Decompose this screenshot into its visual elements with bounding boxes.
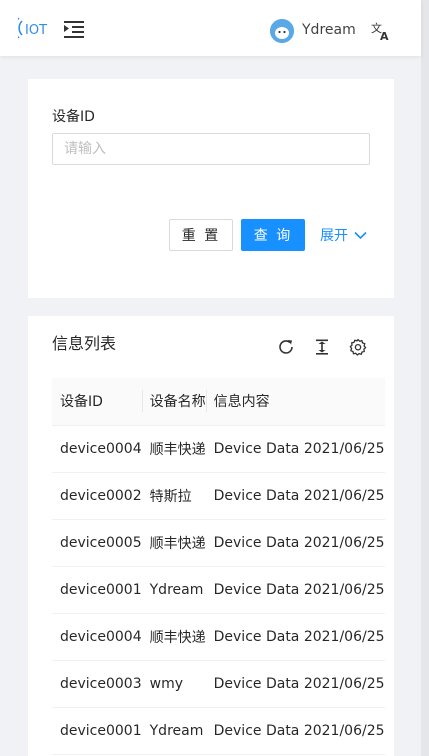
iot-logo[interactable]: IOT (18, 15, 48, 41)
cell-device-name: 顺丰快递 (141, 519, 206, 567)
chevron-down-icon (354, 231, 367, 239)
username[interactable]: Ydream (302, 22, 356, 38)
cell-info-content: Device Data 2021/06/25 (205, 519, 385, 567)
column-header-device-name[interactable]: 设备名称 (141, 378, 206, 426)
cell-info-content: Device Data 2021/06/25 (205, 472, 385, 520)
table-header-row: 设备ID 设备名称 信息内容 (52, 378, 385, 426)
table-row[interactable]: device0002 特斯拉 Device Data 2021/06/25 (52, 472, 385, 520)
cell-device-id: device0004 (52, 425, 142, 473)
cell-info-content: Device Data 2021/06/25 (205, 613, 385, 661)
column-height-icon[interactable] (313, 338, 331, 356)
cell-info-content: Device Data 2021/06/25 (205, 660, 385, 708)
cell-device-name: wmy (141, 660, 206, 708)
table-title: 信息列表 (52, 334, 117, 353)
cell-device-id: device0001 (52, 707, 142, 755)
info-table: 设备ID 设备名称 信息内容 device0004 顺丰快递 Device Da… (52, 378, 385, 755)
cell-info-content: Device Data 2021/06/25 (205, 566, 385, 614)
top-header: IOT Ydream 文 A (0, 0, 421, 56)
table-row[interactable]: device0003 wmy Device Data 2021/06/25 (52, 660, 385, 708)
table-row[interactable]: device0004 顺丰快递 Device Data 2021/06/25 (52, 425, 385, 473)
device-id-label: 设备ID (52, 109, 95, 125)
table-row[interactable]: device0004 顺丰快递 Device Data 2021/06/25 (52, 613, 385, 661)
cell-device-name: 顺丰快递 (141, 425, 206, 473)
cell-device-id: device0002 (52, 472, 142, 520)
column-header-device-id[interactable]: 设备ID (52, 378, 142, 426)
table-row[interactable]: device0001 Ydream Device Data 2021/06/25 (52, 707, 385, 755)
cell-device-name: 特斯拉 (141, 472, 206, 520)
cell-device-name: 顺丰快递 (141, 613, 206, 661)
svg-text:A: A (380, 30, 389, 41)
query-button[interactable]: 查 询 (241, 219, 305, 251)
cell-device-id: device0004 (52, 613, 142, 661)
menu-fold-icon[interactable] (64, 20, 84, 38)
cell-device-id: device0001 (52, 566, 142, 614)
cell-info-content: Device Data 2021/06/25 (205, 707, 385, 755)
search-form-card: 设备ID 重 置 查 询 展开 (28, 79, 394, 298)
logo-text: IOT (25, 23, 47, 38)
cell-device-name: Ydream (141, 707, 206, 755)
cell-device-id: device0005 (52, 519, 142, 567)
app-frame: IOT Ydream 文 A 设备ID 重 置 查 询 (0, 0, 429, 756)
cell-info-content: Device Data 2021/06/25 (205, 425, 385, 473)
reload-icon[interactable] (277, 338, 295, 356)
column-header-info-content[interactable]: 信息内容 (205, 378, 385, 426)
cell-device-name: Ydream (141, 566, 206, 614)
table-row[interactable]: device0005 顺丰快递 Device Data 2021/06/25 (52, 519, 385, 567)
cell-device-id: device0003 (52, 660, 142, 708)
reset-button[interactable]: 重 置 (169, 219, 233, 251)
setting-icon[interactable] (349, 338, 367, 356)
device-id-input[interactable] (52, 133, 370, 165)
info-table-card: 信息列表 设备ID 设备名称 信息内容 device0004 顺丰快递 Devi… (28, 316, 394, 756)
expand-toggle[interactable]: 展开 (320, 225, 367, 245)
expand-label: 展开 (320, 228, 348, 244)
table-row[interactable]: device0001 Ydream Device Data 2021/06/25 (52, 566, 385, 614)
translate-icon[interactable]: 文 A (371, 21, 391, 41)
avatar[interactable] (270, 19, 294, 43)
